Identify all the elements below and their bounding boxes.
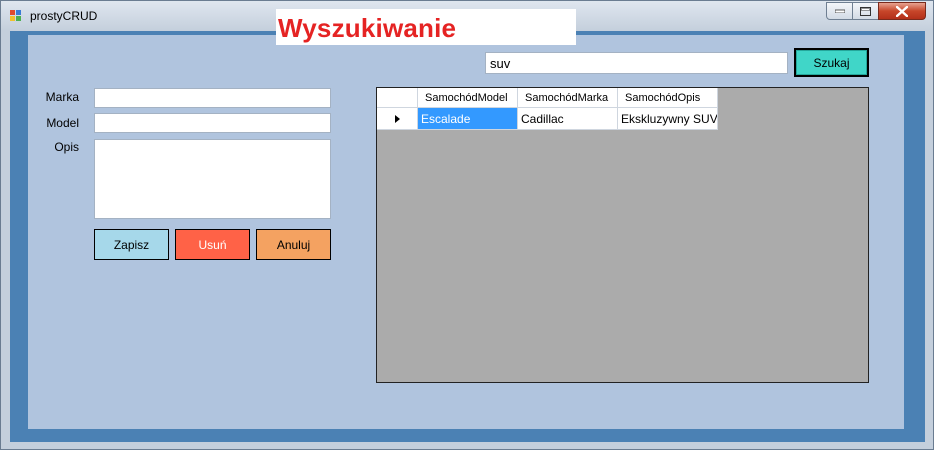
heading-panel: Wyszukiwanie	[276, 9, 576, 45]
opis-field[interactable]	[94, 139, 331, 219]
maximize-icon	[860, 6, 871, 16]
cancel-button[interactable]: Anuluj	[256, 229, 331, 260]
main-window: prostyCRUD Wyszukiwanie Szukaj Marka Mod…	[0, 0, 934, 450]
marka-label: Marka	[45, 90, 79, 104]
app-icon[interactable]	[10, 10, 22, 21]
column-header-model[interactable]: SamochódModel	[418, 88, 518, 108]
opis-label: Opis	[54, 140, 79, 154]
cell-marka[interactable]: Cadillac	[518, 108, 618, 130]
maximize-button[interactable]	[852, 2, 879, 20]
results-grid[interactable]: SamochódModel SamochódMarka SamochódOpis…	[376, 87, 869, 383]
window-title: prostyCRUD	[30, 9, 98, 23]
save-button[interactable]: Zapisz	[94, 229, 169, 260]
page-heading: Wyszukiwanie	[278, 13, 457, 43]
minimize-icon	[834, 9, 845, 13]
model-field[interactable]	[94, 113, 331, 133]
table-row[interactable]: Escalade Cadillac Ekskluzywny SUV	[377, 108, 718, 130]
cell-model[interactable]: Escalade	[418, 108, 518, 130]
cell-opis[interactable]: Ekskluzywny SUV	[618, 108, 718, 130]
search-input[interactable]	[485, 52, 788, 74]
search-button[interactable]: Szukaj	[794, 48, 869, 77]
app-icon-square-green	[16, 16, 21, 21]
app-icon-square-blue	[16, 10, 21, 15]
column-header-opis[interactable]: SamochódOpis	[618, 88, 718, 108]
app-icon-square-red	[10, 10, 15, 15]
column-header-marka[interactable]: SamochódMarka	[518, 88, 618, 108]
close-button[interactable]	[878, 2, 926, 20]
row-header[interactable]	[377, 108, 418, 130]
close-icon	[896, 5, 908, 17]
model-label: Model	[46, 116, 79, 130]
app-icon-square-yellow	[10, 16, 15, 21]
marka-field[interactable]	[94, 88, 331, 108]
grid-corner-header[interactable]	[377, 88, 418, 108]
grid-header: SamochódModel SamochódMarka SamochódOpis	[377, 88, 718, 108]
current-row-arrow-icon	[394, 114, 400, 123]
delete-button[interactable]: Usuń	[175, 229, 250, 260]
minimize-button[interactable]	[826, 2, 853, 20]
